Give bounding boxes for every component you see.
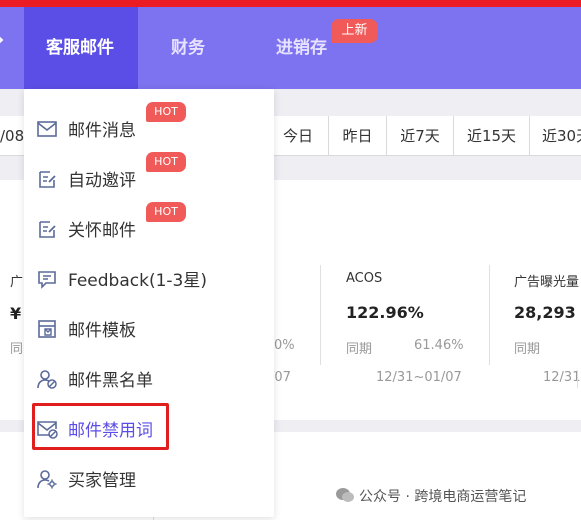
menu-label: 邮件模板 xyxy=(68,321,136,341)
stat-value-impressions: 28,293 xyxy=(514,303,576,322)
watermark: 公众号 · 跨境电商运营笔记 xyxy=(335,486,526,506)
nav-item-inventory[interactable]: 进销存 xyxy=(276,7,327,89)
nav-item-customer-mail[interactable]: 客服邮件 xyxy=(46,7,114,89)
hot-badge: HOT xyxy=(146,202,186,222)
nav-partial-left[interactable] xyxy=(0,7,6,89)
menu-label: Feedback(1-3星) xyxy=(68,271,207,291)
stat-sub-pct-2: 0% xyxy=(274,338,295,353)
menu-item-auto-review[interactable]: 自动邀评 HOT xyxy=(24,152,274,204)
stat-divider-3 xyxy=(577,370,578,388)
date-btn-30d[interactable]: 近30天 xyxy=(529,116,581,156)
stat-value-1: ¥ xyxy=(10,304,22,323)
user-settings-icon xyxy=(37,470,57,489)
stat-sub-1: 同 xyxy=(10,342,24,357)
menu-item-buyer-management[interactable]: 买家管理 xyxy=(24,454,274,504)
template-icon xyxy=(38,320,56,338)
hot-badge: HOT xyxy=(146,152,186,172)
stat-divider-2 xyxy=(489,265,490,365)
date-partial: /08 xyxy=(0,127,25,145)
customer-mail-dropdown: 邮件消息 HOT 自动邀评 HOT 关怀邮件 HOT Feedback(1-3星… xyxy=(24,89,274,517)
menu-item-mail-messages[interactable]: 邮件消息 HOT xyxy=(24,102,274,154)
menu-label: 关怀邮件 xyxy=(68,221,136,241)
stat-divider-1 xyxy=(320,265,321,365)
stat-sub-acos: 同期 xyxy=(346,342,373,357)
new-badge: 上新 xyxy=(331,19,378,43)
stat-sub-impressions: 同期 xyxy=(514,342,541,357)
user-block-icon xyxy=(37,370,57,389)
top-red-strip xyxy=(0,0,581,7)
date-btn-15d[interactable]: 近15天 xyxy=(453,116,529,156)
menu-label: 买家管理 xyxy=(68,471,136,491)
menu-item-mail-blacklist[interactable]: 邮件黑名单 xyxy=(24,354,274,404)
date-btn-yesterday[interactable]: 昨日 xyxy=(328,116,386,156)
stat-label-acos: ACOS xyxy=(346,271,383,286)
menu-label: 邮件消息 xyxy=(68,121,136,141)
stat-label-1: 广 xyxy=(10,275,24,290)
highlight-box xyxy=(32,403,169,450)
stat-sub-pct-acos: 61.46% xyxy=(414,338,464,353)
hot-badge: HOT xyxy=(146,102,186,122)
menu-item-mail-template[interactable]: 邮件模板 xyxy=(24,304,274,354)
edit-icon xyxy=(39,221,56,238)
watermark-text: 公众号 · 跨境电商运营笔记 xyxy=(359,489,527,505)
mail-icon xyxy=(37,121,57,137)
message-icon xyxy=(38,271,56,289)
stat-sub-range-acos: 12/31~01/07 xyxy=(376,370,462,385)
nav-item-finance[interactable]: 财务 xyxy=(171,7,205,89)
menu-label: 自动邀评 xyxy=(68,171,136,191)
menu-label: 邮件黑名单 xyxy=(68,371,153,391)
menu-item-feedback[interactable]: Feedback(1-3星) xyxy=(24,254,274,304)
stat-sub-range-impressions: 12/31 xyxy=(543,370,581,385)
stat-label-impressions: 广告曝光量 xyxy=(514,275,580,290)
stat-value-acos: 122.96% xyxy=(346,303,424,322)
edit-icon xyxy=(39,171,56,188)
date-btn-7d[interactable]: 近7天 xyxy=(386,116,453,156)
menu-item-care-mail[interactable]: 关怀邮件 HOT xyxy=(24,202,274,254)
date-btn-today[interactable]: 今日 xyxy=(268,116,328,156)
